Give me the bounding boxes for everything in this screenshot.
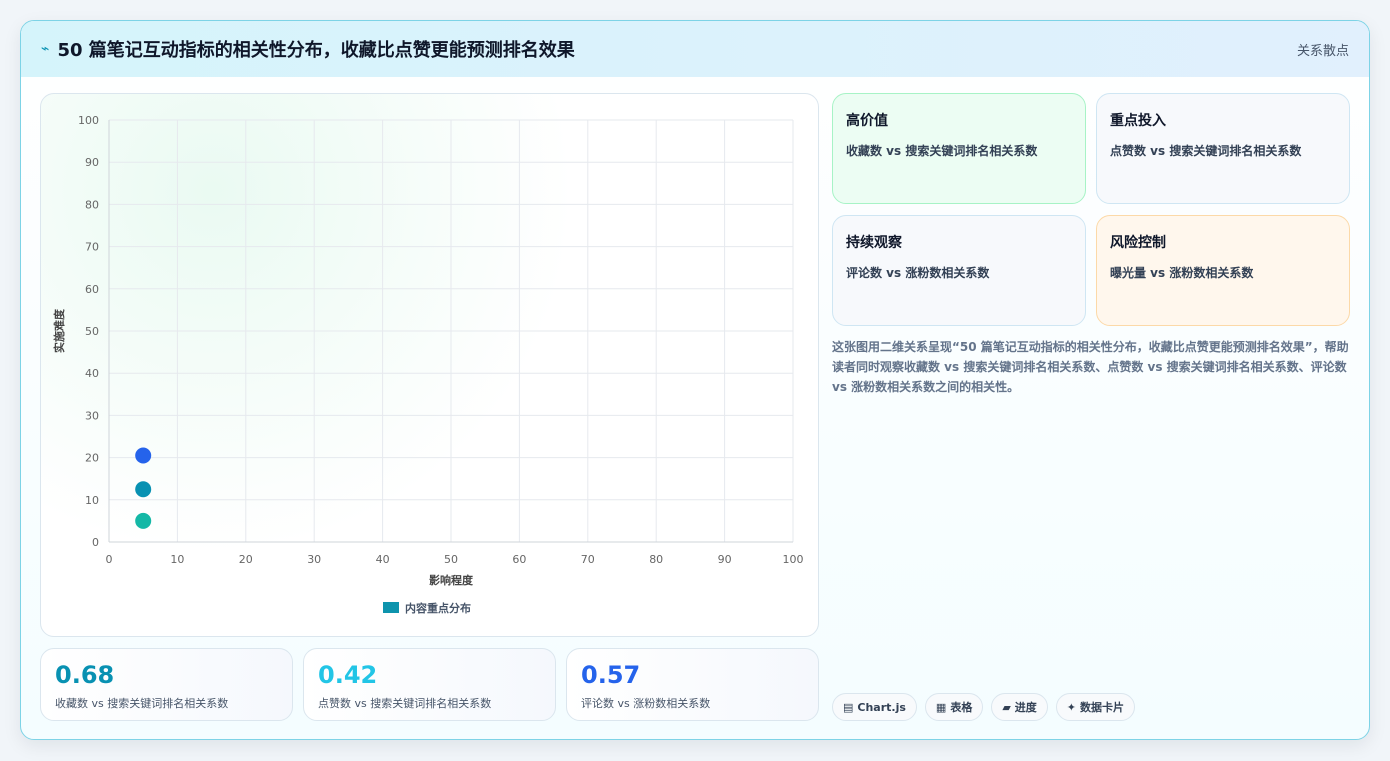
quadrant-desc: 曝光量 vs 涨粉数相关系数 bbox=[1110, 266, 1254, 280]
x-tick-label: 0 bbox=[106, 553, 113, 566]
table-icon: ▦ bbox=[935, 700, 947, 714]
chip-label: 表格 bbox=[950, 701, 973, 714]
x-axis-title: 影响程度 bbox=[429, 573, 474, 587]
y-axis-title: 实施难度 bbox=[52, 308, 66, 353]
scatter-point bbox=[135, 481, 152, 498]
quadrant-desc: 评论数 vs 涨粉数相关系数 bbox=[846, 266, 990, 280]
progress-icon: ▰ bbox=[1002, 700, 1011, 714]
x-tick-label: 50 bbox=[444, 553, 458, 566]
quadrant-title: 持续观察 bbox=[846, 235, 902, 251]
tag-chips: ▤ Chart.js ▦ 表格 ▰ 进度 ✦ 数据卡片 bbox=[832, 693, 1136, 721]
header: ⌁ 50 篇笔记互动指标的相关性分布，收藏比点赞更能预测排名效果 关系散点 bbox=[21, 21, 1369, 77]
chip-progress[interactable]: ▰ 进度 bbox=[991, 693, 1048, 721]
y-tick-label: 90 bbox=[85, 156, 99, 169]
chip-label: Chart.js bbox=[857, 700, 906, 714]
quadrant-title: 高价值 bbox=[846, 113, 888, 129]
chart-panel: 0 10 20 30 40 50 60 70 80 90 100 0 10 20 30 40 50 60 70 80 9… bbox=[40, 93, 819, 637]
quadrant-card-high-value: 高价值 收藏数 vs 搜索关键词排名相关系数 bbox=[832, 93, 1086, 204]
kpi-label: 点赞数 vs 搜索关键词排名相关系数 bbox=[318, 697, 492, 710]
x-tick-label: 70 bbox=[581, 553, 595, 566]
x-tick-label: 30 bbox=[307, 553, 321, 566]
y-tick-label: 40 bbox=[85, 367, 99, 380]
kpi-card: 0.42 点赞数 vs 搜索关键词排名相关系数 bbox=[303, 648, 556, 721]
y-tick-label: 70 bbox=[85, 241, 99, 254]
quadrant-desc: 点赞数 vs 搜索关键词排名相关系数 bbox=[1110, 144, 1302, 158]
x-tick-label: 100 bbox=[783, 553, 804, 566]
y-tick-label: 60 bbox=[85, 283, 99, 296]
scatter-point bbox=[135, 447, 152, 464]
quadrant-card-risk: 风险控制 曝光量 vs 涨粉数相关系数 bbox=[1096, 215, 1350, 326]
y-tick-label: 30 bbox=[85, 409, 99, 422]
x-tick-label: 80 bbox=[649, 553, 663, 566]
x-tick-label: 90 bbox=[718, 553, 732, 566]
kpi-value: 0.42 bbox=[318, 661, 378, 689]
chart-icon: ▤ bbox=[843, 700, 854, 714]
kpi-card: 0.57 评论数 vs 涨粉数相关系数 bbox=[566, 648, 819, 721]
sparkle-icon: ✦ bbox=[1066, 700, 1077, 714]
kpi-value: 0.68 bbox=[55, 661, 115, 689]
chart-type-badge: 关系散点 bbox=[1296, 44, 1349, 59]
x-tick-label: 60 bbox=[512, 553, 526, 566]
kpi-value: 0.57 bbox=[581, 661, 641, 689]
quadrant-card-focus: 重点投入 点赞数 vs 搜索关键词排名相关系数 bbox=[1096, 93, 1350, 204]
y-tick-label: 80 bbox=[85, 198, 99, 211]
x-tick-label: 10 bbox=[170, 553, 184, 566]
quadrant-title: 重点投入 bbox=[1110, 113, 1166, 129]
chip-chartjs[interactable]: ▤ Chart.js bbox=[832, 693, 917, 721]
y-tick-label: 50 bbox=[85, 325, 99, 338]
quadrant-card-observe: 持续观察 评论数 vs 涨粉数相关系数 bbox=[832, 215, 1086, 326]
chip-data-cards[interactable]: ✦ 数据卡片 bbox=[1055, 693, 1136, 721]
main-card: ⌁ 50 篇笔记互动指标的相关性分布，收藏比点赞更能预测排名效果 关系散点 0 1… bbox=[20, 20, 1370, 740]
quadrant-title: 风险控制 bbox=[1110, 235, 1166, 251]
y-tick-label: 0 bbox=[92, 536, 99, 549]
kpi-card: 0.68 收藏数 vs 搜索关键词排名相关系数 bbox=[40, 648, 293, 721]
y-tick-label: 100 bbox=[78, 114, 99, 127]
quadrant-desc: 收藏数 vs 搜索关键词排名相关系数 bbox=[846, 144, 1038, 158]
scatter-point bbox=[135, 512, 152, 529]
chart-description: 这张图用二维关系呈现“50 篇笔记互动指标的相关性分布，收藏比点赞更能预测排名效… bbox=[832, 340, 1349, 394]
bolt-icon: ⌁ bbox=[41, 41, 50, 57]
kpi-label: 收藏数 vs 搜索关键词排名相关系数 bbox=[55, 697, 229, 710]
chip-label: 数据卡片 bbox=[1080, 701, 1125, 714]
chip-label: 进度 bbox=[1014, 701, 1037, 714]
y-tick-label: 20 bbox=[85, 452, 99, 465]
x-tick-label: 20 bbox=[239, 553, 253, 566]
scatter-chart: 0 10 20 30 40 50 60 70 80 90 100 0 10 20 30 40 50 60 70 80 9… bbox=[52, 114, 804, 615]
y-tick-label: 10 bbox=[85, 494, 99, 507]
kpi-label: 评论数 vs 涨粉数相关系数 bbox=[581, 697, 711, 710]
x-tick-label: 40 bbox=[376, 553, 390, 566]
legend-label: 内容重点分布 bbox=[405, 601, 471, 615]
legend-swatch bbox=[383, 602, 399, 613]
chip-table[interactable]: ▦ 表格 bbox=[924, 693, 984, 721]
page-title: 50 篇笔记互动指标的相关性分布，收藏比点赞更能预测排名效果 bbox=[57, 40, 575, 61]
